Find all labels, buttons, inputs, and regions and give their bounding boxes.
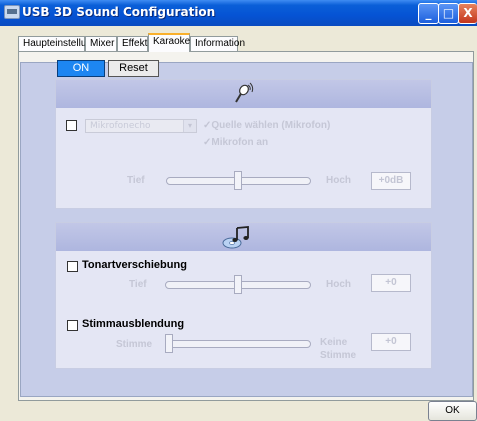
source-select-label: Quelle wählen (Mikrofon) [211,120,331,131]
key-shift-checkbox[interactable] [67,261,78,272]
ok-button[interactable]: OK [428,401,477,421]
vocal-cancel-right-label-2: Stimme [320,350,357,361]
key-shift-slider-thumb[interactable] [234,275,242,294]
chevron-down-icon[interactable]: ▾ [183,120,196,132]
app-icon [4,5,20,19]
mic-slider-right-label: Hoch [326,175,351,186]
close-button[interactable]: X [458,3,477,24]
mic-value-display: +0dB [371,172,411,190]
maximize-button[interactable]: □ [438,3,459,24]
microphone-effect-select[interactable]: Mikrofonecho ▾ [85,119,197,133]
microphone-icon [235,82,254,103]
key-shift-right-label: Hoch [326,279,351,290]
vocal-cancel-value: +0 [371,333,411,351]
mic-slider-left-label: Tief [127,175,145,186]
tab-karaoke[interactable]: Karaoke [148,33,190,52]
microphone-effect-value: Mikrofonecho [90,121,151,131]
vocal-cancel-slider-thumb[interactable] [165,334,173,353]
key-shift-label: Tonartverschiebung [82,259,187,271]
minimize-button[interactable]: _ [418,3,439,24]
window-title: USB 3D Sound Configuration [22,5,216,19]
title-bar[interactable]: USB 3D Sound Configuration _ □ X [0,0,477,26]
microphone-on-label: Mikrofon an [211,137,269,148]
vocal-cancel-slider[interactable] [165,340,311,348]
microphone-enable-checkbox[interactable] [66,120,77,131]
source-select-option[interactable]: ✓Quelle wählen (Mikrofon) [203,120,330,131]
on-button[interactable]: ON [57,60,105,77]
app-window: USB 3D Sound Configuration _ □ X Hauptei… [0,0,477,421]
microphone-on-option[interactable]: ✓Mikrofon an [203,137,268,148]
vocal-cancel-checkbox[interactable] [67,320,78,331]
vocal-cancel-label: Stimmausblendung [82,318,185,330]
vocal-cancel-left-label: Stimme [116,339,153,350]
key-shift-left-label: Tief [129,279,147,290]
tab-information[interactable]: Information [190,36,245,52]
music-disc-icon [222,226,249,249]
tab-haupteinstellung[interactable]: Haupteinstellung [18,36,98,52]
tab-mixer[interactable]: Mixer [85,36,117,52]
vocal-cancel-right-label-1: Keine [320,337,348,348]
key-shift-value: +0 [371,274,411,292]
tab-effekt[interactable]: Effekt [117,36,148,52]
reset-button[interactable]: Reset [108,60,159,77]
mic-slider-thumb[interactable] [234,171,242,190]
